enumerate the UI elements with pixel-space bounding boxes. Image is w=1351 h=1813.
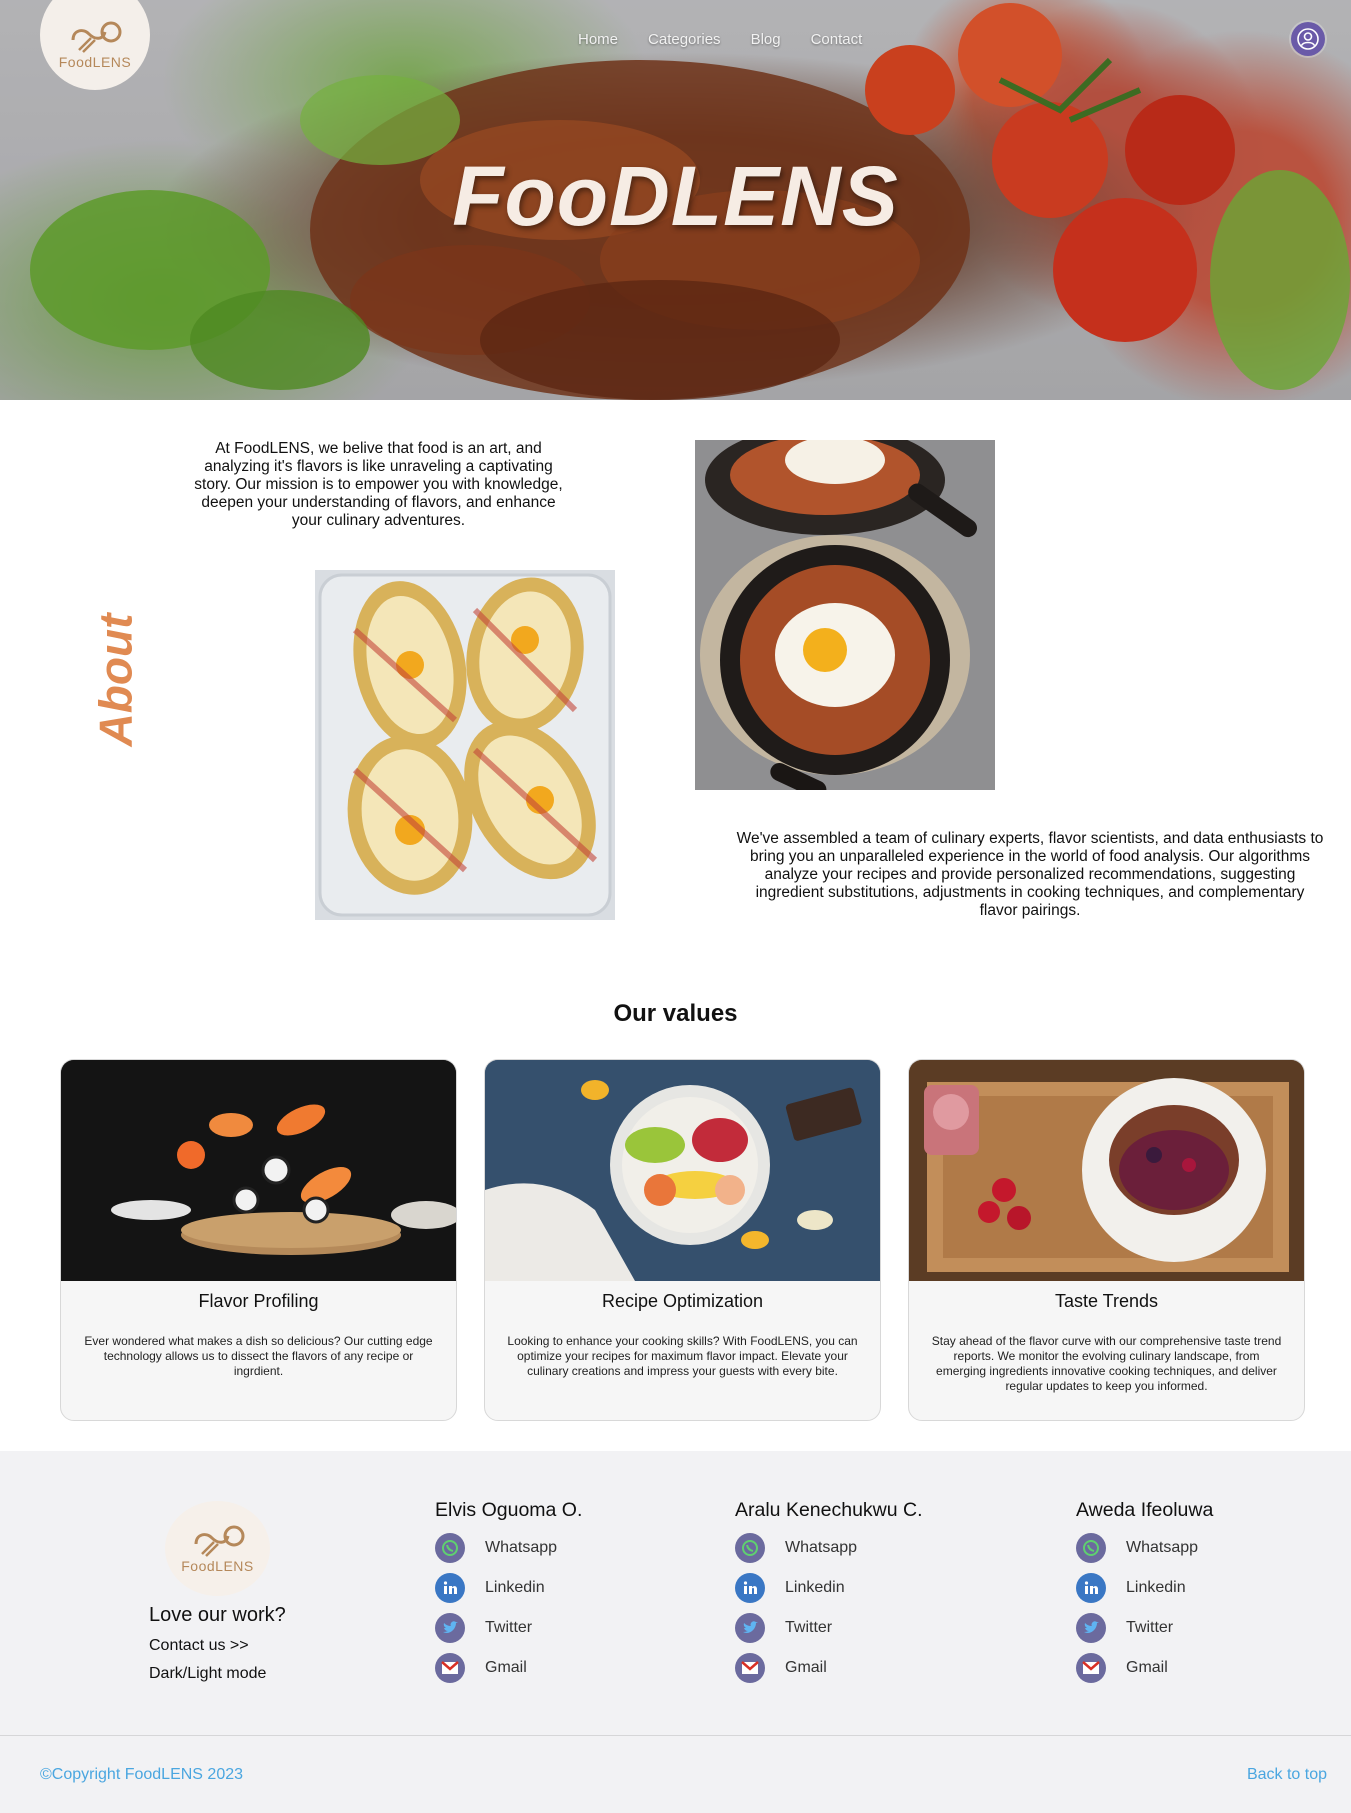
twitter-link[interactable]: Twitter [1076, 1608, 1213, 1648]
whatsapp-icon [435, 1533, 465, 1563]
member-name: Elvis Oguoma O. [435, 1499, 583, 1521]
values-heading: Our values [613, 1000, 738, 1027]
love-our-work-text: Love our work? [149, 1604, 286, 1626]
twitter-icon [735, 1613, 765, 1643]
card-title: Recipe Optimization [601, 1291, 764, 1311]
member-name: Aralu Kenechukwu C. [735, 1499, 923, 1521]
linkedin-icon [435, 1573, 465, 1603]
twitter-link[interactable]: Twitter [435, 1608, 582, 1648]
twitter-link[interactable]: Twitter [735, 1608, 923, 1648]
member-name: Aweda Ifeoluwa [1076, 1499, 1214, 1521]
linkedin-link[interactable]: Linkedin [735, 1568, 923, 1608]
gmail-link[interactable]: Gmail [735, 1648, 923, 1688]
logo-text: FoodLENS [181, 1557, 254, 1574]
hero-title: FooDLENS [452, 149, 899, 243]
team-member-1: Elvis Oguoma O. Whatsapp Linkedin Twitte… [435, 1499, 582, 1688]
about-team-text: We've assembled a team of culinary exper… [736, 830, 1324, 919]
fruit-bowl-image [485, 1060, 880, 1281]
team-member-3: Aweda Ifeoluwa Whatsapp Linkedin Twitter… [1076, 1499, 1213, 1688]
sushi-image [61, 1060, 456, 1281]
about-intro-text: At FoodLENS, we belive that food is an a… [194, 440, 563, 529]
footer-divider [0, 1735, 1351, 1736]
twitter-icon [1076, 1613, 1106, 1643]
gmail-link[interactable]: Gmail [435, 1648, 582, 1688]
spoon-fork-icon [194, 1525, 244, 1557]
gmail-icon [735, 1653, 765, 1683]
nav-blog[interactable]: Blog [751, 31, 781, 48]
linkedin-icon [735, 1573, 765, 1603]
twitter-icon [435, 1613, 465, 1643]
nav-home[interactable]: Home [578, 31, 618, 48]
card-text: Stay ahead of the flavor curve with our … [931, 1334, 1282, 1393]
contact-us-link[interactable]: Contact us >> [149, 1637, 249, 1655]
value-card-taste-trends: Taste Trends Stay ahead of the flavor cu… [908, 1059, 1305, 1421]
spoon-fork-icon [71, 21, 122, 53]
team-member-2: Aralu Kenechukwu C. Whatsapp Linkedin Tw… [735, 1499, 923, 1688]
nav-contact[interactable]: Contact [811, 31, 863, 48]
dark-light-mode-toggle[interactable]: Dark/Light mode [149, 1665, 266, 1683]
copyright-text: ©Copyright FoodLENS 2023 [40, 1766, 244, 1783]
user-account-button[interactable] [1291, 22, 1325, 56]
whatsapp-link[interactable]: Whatsapp [735, 1528, 923, 1568]
gmail-icon [435, 1653, 465, 1683]
card-text: Looking to enhance your cooking skills? … [507, 1334, 858, 1378]
linkedin-icon [1076, 1573, 1106, 1603]
card-title: Taste Trends [1054, 1291, 1159, 1311]
linkedin-link[interactable]: Linkedin [1076, 1568, 1213, 1608]
whatsapp-icon [1076, 1533, 1106, 1563]
main-nav: Home Categories Blog Contact [578, 31, 862, 48]
linkedin-link[interactable]: Linkedin [435, 1568, 582, 1608]
nav-categories[interactable]: Categories [648, 31, 721, 48]
whatsapp-link[interactable]: Whatsapp [1076, 1528, 1213, 1568]
about-heading: About [89, 613, 141, 747]
user-icon [1297, 28, 1319, 50]
value-card-recipe-optimization: Recipe Optimization Looking to enhance y… [484, 1059, 881, 1421]
gmail-icon [1076, 1653, 1106, 1683]
whatsapp-icon [735, 1533, 765, 1563]
back-to-top-link[interactable]: Back to top [1247, 1766, 1327, 1784]
card-title: Flavor Profiling [198, 1291, 319, 1311]
value-card-flavor-profiling: Flavor Profiling Ever wondered what make… [60, 1059, 457, 1421]
card-text: Ever wondered what makes a dish so delic… [84, 1334, 433, 1378]
stuffed-potato-eggs-image [315, 570, 615, 920]
skillet-fried-egg-image [695, 440, 995, 790]
hero-banner: FoodLENS Home Categories Blog Contact Fo… [0, 0, 1351, 400]
pancakes-tray-image [909, 1060, 1304, 1281]
footer-logo: FoodLENS [165, 1501, 270, 1596]
whatsapp-link[interactable]: Whatsapp [435, 1528, 582, 1568]
logo-text: FoodLENS [58, 54, 132, 70]
site-footer: FoodLENS Love our work? Contact us >> Da… [0, 1451, 1351, 1813]
gmail-link[interactable]: Gmail [1076, 1648, 1213, 1688]
